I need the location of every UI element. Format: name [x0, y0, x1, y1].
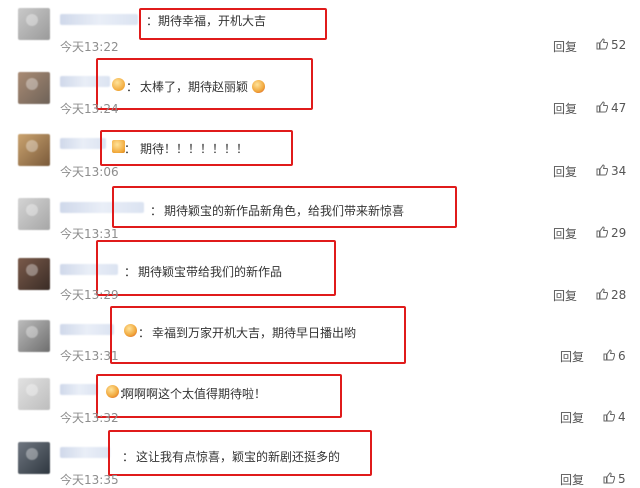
like-button[interactable]: 5	[603, 472, 626, 486]
like-button[interactable]: 34	[596, 164, 626, 178]
like-button[interactable]: 28	[596, 288, 626, 302]
highlight-box	[96, 240, 336, 296]
reply-button[interactable]: 回复	[553, 287, 577, 304]
like-count: 29	[611, 226, 627, 240]
highlight-box	[100, 130, 293, 166]
reply-button[interactable]: 回复	[553, 100, 577, 117]
comment-time: 今天13:24	[60, 102, 119, 116]
comment-time: 今天13:31	[60, 349, 119, 363]
like-count: 6	[618, 349, 626, 363]
thumbs-up-icon	[603, 410, 615, 422]
highlight-box	[108, 430, 372, 476]
avatar[interactable]	[18, 378, 50, 410]
avatar[interactable]	[18, 320, 50, 352]
like-button[interactable]: 4	[603, 410, 626, 424]
avatar[interactable]	[18, 198, 50, 230]
thumbs-up-icon	[596, 164, 608, 176]
comment-time: 今天13:35	[60, 473, 119, 487]
avatar[interactable]	[18, 134, 50, 166]
thumbs-up-icon	[603, 349, 615, 361]
like-count: 4	[618, 410, 626, 424]
avatar[interactable]	[18, 72, 50, 104]
like-count: 34	[611, 164, 627, 178]
like-button[interactable]: 47	[596, 101, 626, 115]
avatar[interactable]	[18, 258, 50, 290]
thumbs-up-icon	[596, 226, 608, 238]
reply-button[interactable]: 回复	[560, 471, 584, 488]
highlight-box	[139, 8, 327, 40]
reply-button[interactable]: 回复	[560, 409, 584, 426]
username-blurred[interactable]	[60, 14, 138, 25]
comment-time: 今天13:32	[60, 411, 119, 425]
like-count: 28	[611, 288, 627, 302]
username-blurred[interactable]	[60, 447, 110, 458]
thumbs-up-icon	[603, 472, 615, 484]
avatar[interactable]	[18, 442, 50, 474]
highlight-box	[96, 58, 313, 110]
thumbs-up-icon	[596, 288, 608, 300]
comment-time: 今天13:06	[60, 165, 119, 179]
reply-button[interactable]: 回复	[553, 225, 577, 242]
like-button[interactable]: 29	[596, 226, 626, 240]
comment-time: 今天13:22	[60, 40, 119, 54]
like-count: 5	[618, 472, 626, 486]
reply-button[interactable]: 回复	[553, 38, 577, 55]
thumbs-up-icon	[596, 101, 608, 113]
username-blurred[interactable]	[60, 324, 114, 335]
reply-button[interactable]: 回复	[560, 348, 584, 365]
reply-button[interactable]: 回复	[553, 163, 577, 180]
avatar[interactable]	[18, 8, 50, 40]
like-count: 47	[611, 101, 627, 115]
thumbs-up-icon	[596, 38, 608, 50]
like-count: 52	[611, 38, 627, 52]
comment-time: 今天13:29	[60, 288, 119, 302]
like-button[interactable]: 52	[596, 38, 626, 52]
highlight-box	[110, 306, 406, 364]
username-blurred[interactable]	[60, 384, 98, 395]
highlight-box	[96, 374, 342, 418]
like-button[interactable]: 6	[603, 349, 626, 363]
highlight-box	[112, 186, 457, 228]
